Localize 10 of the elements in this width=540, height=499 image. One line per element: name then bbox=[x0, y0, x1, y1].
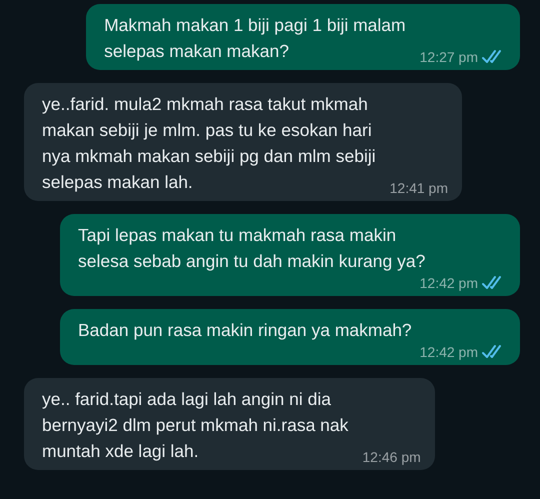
message-text: Tapi lepas makan tu makmah rasa makin selesa sebab angin tu dah makin kurang ya? bbox=[78, 224, 426, 273]
message-time: 12:41 pm bbox=[390, 179, 448, 197]
message-time: 12:42 pm bbox=[420, 274, 478, 292]
message-time: 12:42 pm bbox=[420, 343, 478, 361]
message-time: 12:46 pm bbox=[362, 448, 421, 466]
message-text: Badan pun rasa makin ringan ya makmah? bbox=[78, 319, 412, 342]
message-time: 12:27 pm bbox=[420, 48, 478, 66]
message-text: ye..farid. mula2 mkmah rasa takut mkmah makan sebiji je mlm. pas tu ke esokan hari nya mkmah makan sebiji pg dan mlm sebiji selepas makan lah. bbox=[42, 93, 376, 194]
message-text: ye.. farid.tapi ada lagi lah angin ni dia bernyayi2 dlm perut mkmah ni.rasa nak muntah xde lagi lah. bbox=[42, 388, 348, 463]
message-text: Makmah makan 1 biji pagi 1 biji malam selepas makan makan? bbox=[104, 14, 406, 63]
